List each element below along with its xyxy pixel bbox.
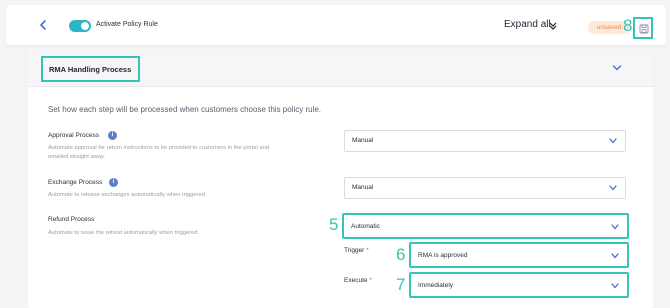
execute-select[interactable]: Immediately [409,272,629,298]
info-icon[interactable]: i [109,178,118,187]
info-icon[interactable]: i [108,131,117,140]
section-title-box: RMA Handling Process [41,56,140,82]
refund-process-label: Refund Process [48,216,95,223]
callout-number: 8 [623,16,633,35]
select-value: Manual [352,137,374,144]
approval-process-select[interactable]: Manual [344,130,626,152]
chevron-down-icon [611,224,619,230]
required-mark: * [366,247,369,254]
chevron-down-icon [611,283,619,289]
trigger-select[interactable]: RMA is approved [409,242,629,268]
callout-number: 6 [396,245,406,264]
execute-label: Execute * [344,276,372,286]
chevron-double-down-icon[interactable] [548,22,558,30]
top-bar: Activate Policy Rule Expand all unsaved … [6,5,666,45]
exchange-help-text: Automate to release exchanges automatica… [48,192,207,198]
chevron-down-icon [609,185,617,191]
trigger-label-text: Trigger [344,247,365,254]
save-icon [639,24,649,34]
select-value: Immediately [418,282,454,289]
section-description: Set how each step will be processed when… [48,105,322,114]
select-value: Automatic [351,223,380,230]
select-value: RMA is approved [418,252,468,259]
exchange-process-label: Exchange Process [48,179,103,186]
toggle-knob [81,22,89,30]
chevron-down-icon [611,253,619,259]
execute-label-text: Execute [344,277,368,284]
section-title: RMA Handling Process [49,65,132,74]
select-value: Manual [352,184,374,191]
expand-all-button[interactable]: Expand all [504,17,551,33]
approval-help-text: emailed straight away. [48,154,106,160]
refund-process-select[interactable]: Automatic [342,213,629,239]
chevron-down-icon[interactable] [612,64,622,72]
save-button[interactable] [633,17,653,39]
callout-number: 7 [396,275,406,294]
activate-policy-toggle[interactable] [69,20,91,32]
rma-handling-panel: RMA Handling Process Set how each step w… [28,49,653,308]
approval-help-text: Automate approval for return instruction… [48,145,270,151]
exchange-process-select[interactable]: Manual [344,177,626,199]
chevron-down-icon [609,138,617,144]
trigger-label: Trigger * [344,246,369,256]
callout-number: 5 [329,215,339,234]
section-header[interactable]: RMA Handling Process [28,49,653,87]
toggle-label: Activate Policy Rule [96,21,158,28]
approval-process-label: Approval Process [48,132,99,139]
refund-help-text: Automate to issue the refund automatical… [48,230,200,236]
chevron-left-icon[interactable] [36,18,50,32]
required-mark: * [369,277,372,284]
